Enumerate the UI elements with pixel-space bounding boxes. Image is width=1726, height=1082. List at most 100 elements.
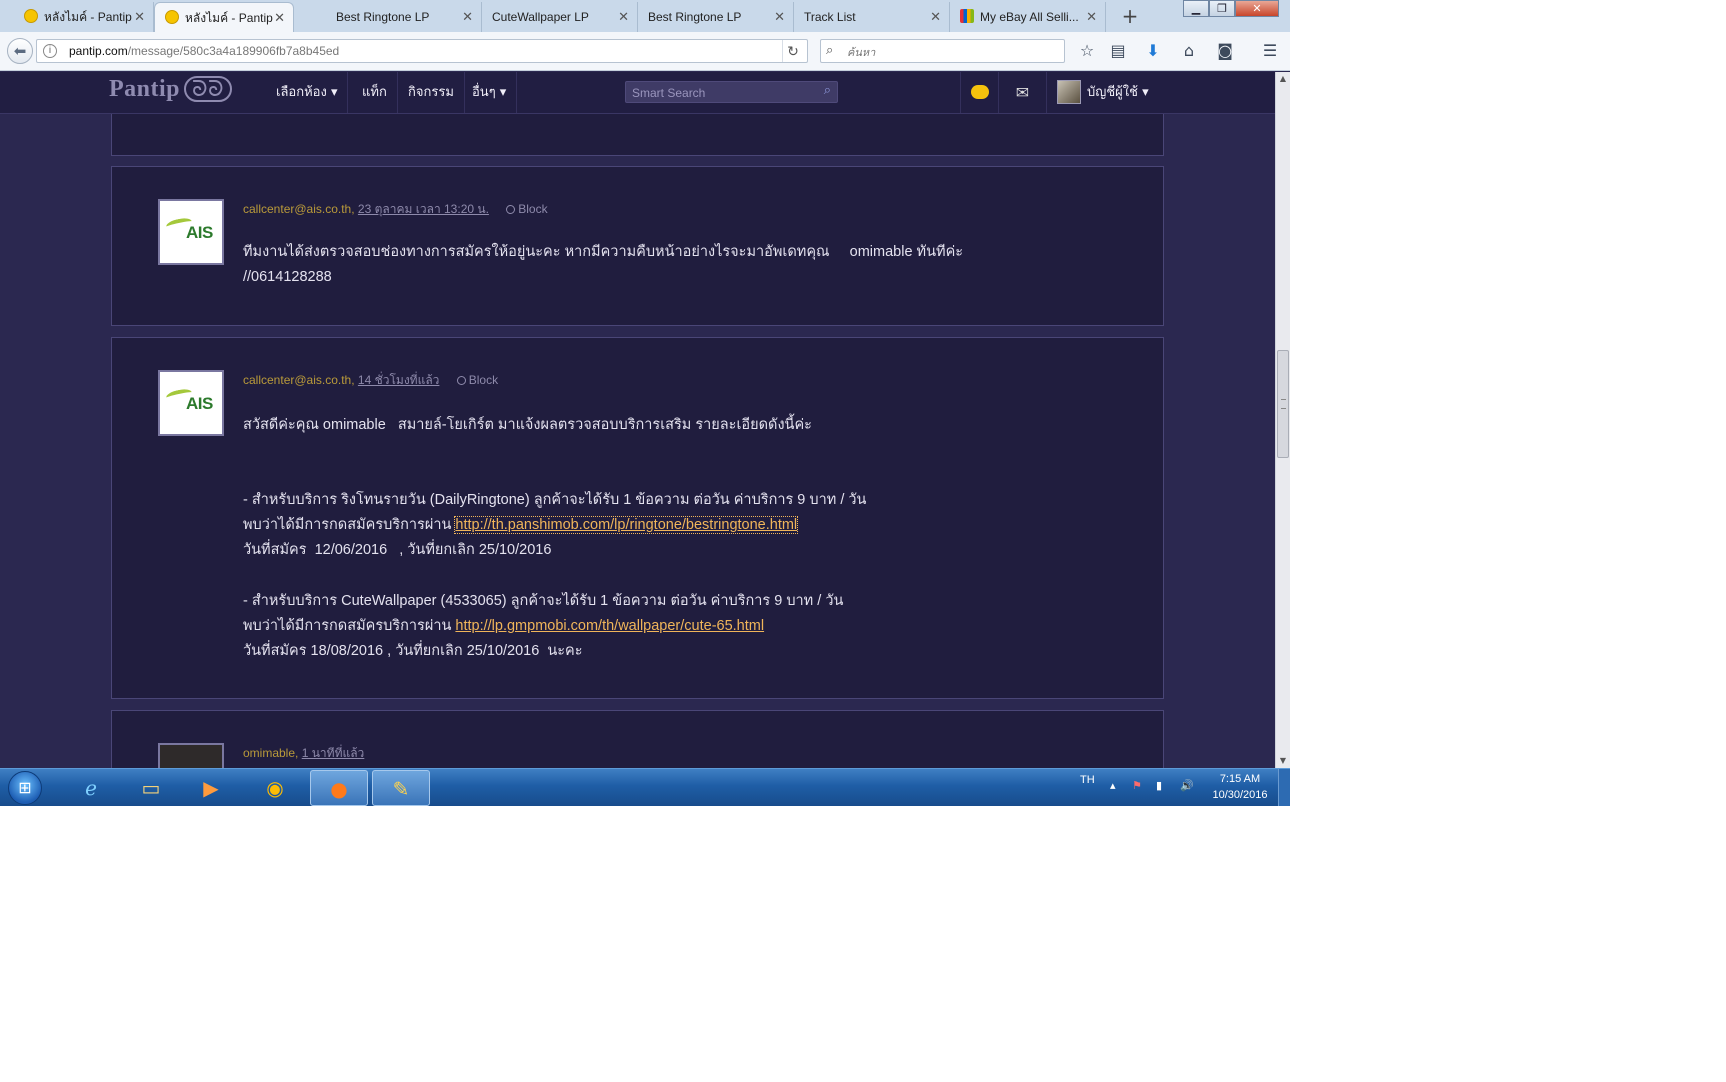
url-host: pantip.com xyxy=(69,44,128,58)
post-line-prefix: พบว่าได้มีการกดสมัครบริการผ่าน xyxy=(243,517,456,533)
tab-label: Track List xyxy=(804,10,856,24)
ebay-icon xyxy=(960,9,974,23)
post-author[interactable]: callcenter@ais.co.th xyxy=(243,373,351,387)
action-center-icon[interactable]: ⚑ xyxy=(1132,779,1142,792)
screen: หลังไมค์ - Pantip ✕ หลังไมค์ - Pantip ✕ Be… xyxy=(0,0,1290,806)
clock-time: 7:15 AM xyxy=(1219,773,1261,785)
block-label: Block xyxy=(468,373,499,387)
nav-tag[interactable]: แท็ก xyxy=(352,72,398,113)
logo-text: Pantip xyxy=(109,76,181,102)
block-label: Block xyxy=(518,202,548,216)
chrome-icon[interactable]: ◉ xyxy=(246,770,304,806)
close-window-button[interactable]: ✕ xyxy=(1235,0,1279,17)
post-line: พบว่าได้มีการกดสมัครบริการผ่าน http://lp… xyxy=(243,614,866,639)
wallpaper-link[interactable]: http://lp.gmpmobi.com/th/wallpaper/cute-… xyxy=(455,618,764,634)
avatar[interactable]: AIS xyxy=(158,370,224,436)
url-bar[interactable]: i pantip.com/message/580c3a4a189906fb7a8… xyxy=(36,39,808,63)
pantip-logo[interactable]: Pantip ᘐᘐ xyxy=(109,76,232,103)
download-icon[interactable]: ⬇ xyxy=(1142,40,1164,62)
tab-cutewallpaper[interactable]: CuteWallpaper LP ✕ xyxy=(482,2,638,32)
bookmarks-list-icon[interactable]: ▤ xyxy=(1107,40,1129,62)
post-greeting: สวัสดีค่ะคุณ omimable สมายล์-โยเกิร์ต มา… xyxy=(243,417,812,433)
pocket-icon[interactable]: ◙ xyxy=(1214,40,1236,62)
close-icon[interactable]: ✕ xyxy=(134,2,145,32)
nav-activity[interactable]: กิจกรรม xyxy=(398,72,465,113)
search-icon: ⌕ xyxy=(826,43,834,58)
ais-logo-text: AIS xyxy=(186,394,213,413)
block-button[interactable]: Block xyxy=(456,373,499,387)
tab-best-ringtone-1[interactable]: Best Ringtone LP ✕ xyxy=(326,2,482,32)
tab-label: Best Ringtone LP xyxy=(648,10,742,24)
close-icon[interactable]: ✕ xyxy=(618,2,629,32)
page-scrollbar[interactable]: ▲ ▼ xyxy=(1275,72,1290,768)
clock[interactable]: 7:15 AM 10/30/2016 xyxy=(1206,771,1274,803)
paint-icon[interactable]: ✎ xyxy=(372,770,430,806)
pantip-icon xyxy=(24,9,38,23)
tab-strip: หลังไมค์ - Pantip ✕ หลังไมค์ - Pantip ✕ Be… xyxy=(0,0,1290,33)
post-card: omimable, 1 นาทีที่แล้ว xyxy=(111,710,1164,768)
bookmark-star-icon[interactable]: ☆ xyxy=(1076,40,1098,62)
show-desktop-button[interactable] xyxy=(1278,769,1290,806)
browser-search-bar[interactable]: ⌕ xyxy=(820,39,1065,63)
browser-search-input[interactable] xyxy=(845,42,1059,62)
firefox-icon[interactable]: ● xyxy=(310,770,368,806)
tab-pantip-1[interactable]: หลังไมค์ - Pantip ✕ xyxy=(14,2,154,32)
media-player-icon[interactable]: ▶ xyxy=(182,770,240,806)
account-menu[interactable]: บัญชีผู้ใช้ ▾ xyxy=(1046,72,1156,113)
nav-choose-room[interactable]: เลือกห้อง ▾ xyxy=(266,72,349,113)
tab-pantip-2[interactable]: หลังไมค์ - Pantip ✕ xyxy=(154,2,294,32)
chat-icon xyxy=(970,85,989,99)
avatar[interactable] xyxy=(158,743,224,768)
tab-label: หลังไมค์ - Pantip xyxy=(44,10,132,24)
smart-search-input[interactable] xyxy=(630,83,814,103)
minimize-button[interactable]: ▁ xyxy=(1183,0,1209,17)
post-body: สวัสดีค่ะคุณ omimable สมายล์-โยเกิร์ต มา… xyxy=(243,413,866,664)
close-icon[interactable]: ✕ xyxy=(274,3,285,32)
search-icon[interactable]: ⌕ xyxy=(824,83,831,98)
block-button[interactable]: Block xyxy=(506,202,548,216)
network-icon[interactable]: ▮ xyxy=(1156,779,1162,792)
block-icon xyxy=(456,376,466,385)
new-tab-button[interactable]: + xyxy=(1118,4,1142,28)
volume-icon[interactable]: 🔊 xyxy=(1180,779,1194,792)
post-author[interactable]: callcenter@ais.co.th xyxy=(243,202,351,216)
post-author[interactable]: omimable xyxy=(243,746,295,760)
post-time[interactable]: 23 ตุลาคม เวลา 13:20 น. xyxy=(358,202,489,216)
tab-ebay[interactable]: My eBay All Selli... ✕ xyxy=(950,2,1106,32)
post-line: - สำหรับบริการ ริงโทนรายวัน (DailyRingto… xyxy=(243,492,867,508)
info-icon[interactable]: i xyxy=(43,44,57,58)
close-icon[interactable]: ✕ xyxy=(930,2,941,32)
maximize-button[interactable]: ❐ xyxy=(1209,0,1235,17)
scroll-thumb[interactable] xyxy=(1277,350,1289,458)
ais-logo-text: AIS xyxy=(186,223,213,242)
post-time[interactable]: 14 ชั่วโมงที่แล้ว xyxy=(358,373,440,387)
menu-icon[interactable]: ☰ xyxy=(1259,40,1281,62)
language-indicator[interactable]: TH xyxy=(1080,769,1095,806)
scroll-up-icon[interactable]: ▲ xyxy=(1276,72,1290,86)
close-icon[interactable]: ✕ xyxy=(462,2,473,32)
reload-icon[interactable]: ↻ xyxy=(782,40,803,62)
window-controls: ▁ ❐ ✕ xyxy=(1183,0,1279,18)
avatar[interactable]: AIS xyxy=(158,199,224,265)
scroll-down-icon[interactable]: ▼ xyxy=(1276,754,1290,768)
tab-track-list[interactable]: Track List ✕ xyxy=(794,2,950,32)
back-button[interactable]: ⬅ xyxy=(7,38,33,64)
close-icon[interactable]: ✕ xyxy=(774,2,785,32)
pantip-icon xyxy=(165,10,179,24)
ais-logo: AIS xyxy=(164,382,220,422)
ais-logo: AIS xyxy=(164,211,220,251)
tab-best-ringtone-2[interactable]: Best Ringtone LP ✕ xyxy=(638,2,794,32)
clock-date: 10/30/2016 xyxy=(1212,789,1268,801)
tray-expand-icon[interactable]: ▴ xyxy=(1110,779,1116,792)
ringtone-link[interactable]: http://th.panshimob.com/lp/ringtone/best… xyxy=(454,516,799,534)
start-button[interactable]: ⊞ xyxy=(8,771,42,805)
nav-more[interactable]: อื่นๆ ▾ xyxy=(462,72,518,113)
file-explorer-icon[interactable]: ▭ xyxy=(122,770,180,806)
chat-button[interactable] xyxy=(960,72,998,113)
internet-explorer-icon[interactable]: ℯ xyxy=(62,770,120,806)
mail-button[interactable]: ✉ xyxy=(998,72,1046,113)
taskbar: ⊞ ℯ ▭ ▶ ◉ ● ✎ TH ▴ ⚑ ▮ 🔊 7:15 AM 10/30/2… xyxy=(0,768,1290,806)
home-icon[interactable]: ⌂ xyxy=(1178,40,1200,62)
post-time[interactable]: 1 นาทีที่แล้ว xyxy=(302,746,365,760)
close-icon[interactable]: ✕ xyxy=(1086,2,1097,32)
